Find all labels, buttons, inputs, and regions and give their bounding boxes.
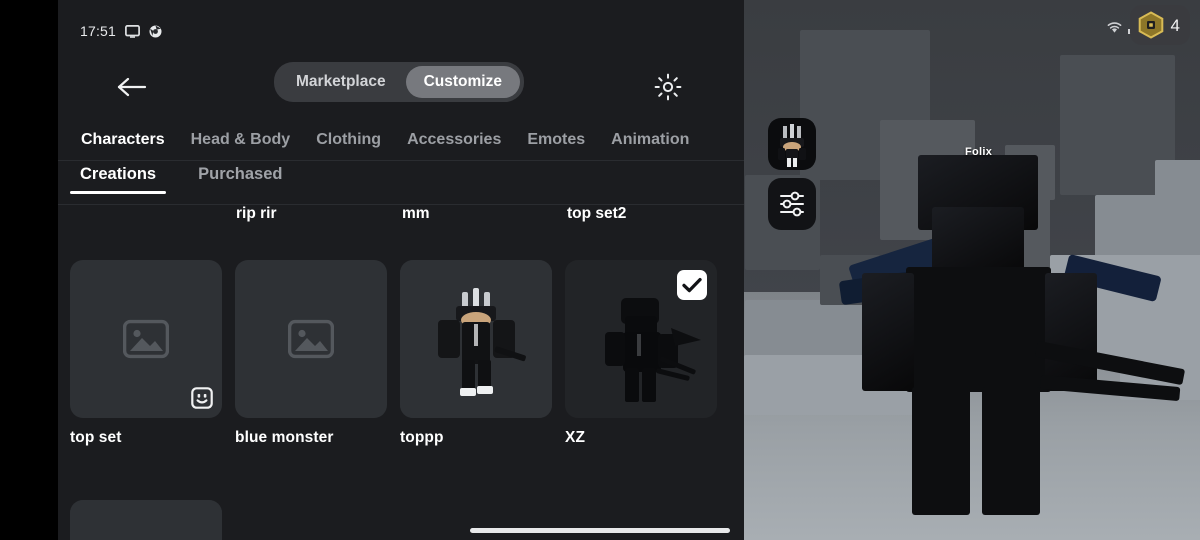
- customize-panel: 17:51 Marketplace Customize Characters H…: [58, 0, 744, 540]
- subtab-purchased[interactable]: Purchased: [188, 162, 292, 194]
- badge-count: 4: [1170, 15, 1180, 35]
- avatar-render-thumbnail: [400, 260, 552, 418]
- face-badge-icon: [191, 387, 213, 409]
- back-arrow-icon: [117, 77, 147, 97]
- view-segmented-control: Marketplace Customize: [274, 62, 524, 102]
- avatar-leg-left: [912, 387, 970, 515]
- screen-cast-icon: [125, 24, 140, 38]
- previous-item-label: top set2: [567, 205, 627, 222]
- creations-grid-scroll[interactable]: rip rir mm top set2 top set blue monster…: [58, 205, 744, 540]
- previous-item-label: rip rir: [236, 205, 277, 222]
- avatar-torso: [906, 267, 1051, 392]
- segment-customize[interactable]: Customize: [405, 66, 520, 98]
- player-avatar: Folix: [838, 146, 1186, 540]
- subtab-creations[interactable]: Creations: [70, 162, 167, 194]
- placeholder-image-icon: [123, 319, 169, 359]
- previous-row-labels: rip rir mm top set2: [58, 205, 744, 235]
- avatar-arm-left: [862, 273, 914, 391]
- avatar-leg-right: [982, 387, 1040, 515]
- filter-button[interactable]: [768, 178, 816, 230]
- avatar-head: [932, 207, 1024, 273]
- avatar-nameplate: Folix: [965, 146, 993, 158]
- sub-tabs: Creations Purchased: [58, 162, 744, 204]
- selected-checkbox[interactable]: [677, 270, 707, 300]
- creation-label: toppp: [400, 429, 444, 446]
- nav-bar: Marketplace Customize: [58, 60, 744, 114]
- creation-label: XZ: [565, 429, 586, 446]
- grid-item: top set: [70, 260, 222, 447]
- status-time: 17:51: [80, 23, 117, 39]
- tab-accessories[interactable]: Accessories: [394, 131, 514, 149]
- roblox-hexagon-icon: [1138, 11, 1163, 39]
- sliders-icon: [780, 191, 804, 217]
- creation-card-partial[interactable]: [70, 500, 222, 540]
- grid-item: XZ: [565, 260, 717, 447]
- creation-label: blue monster: [235, 429, 334, 446]
- creations-grid-next-row: [70, 500, 222, 540]
- previous-item-label: mm: [402, 205, 430, 222]
- creation-card-toppp[interactable]: [400, 260, 552, 418]
- screen: Folix 95% 4: [0, 0, 1200, 540]
- tab-animation[interactable]: Animation: [598, 131, 702, 149]
- avatar-arm-right: [1045, 273, 1097, 391]
- tab-clothing[interactable]: Clothing: [303, 131, 394, 149]
- home-indicator: [470, 528, 730, 533]
- placeholder-image-icon: [288, 319, 334, 359]
- avatar-thumbnail-icon: [770, 120, 814, 168]
- grid-item: blue monster: [235, 260, 387, 447]
- gear-icon: [654, 73, 682, 101]
- grid-item: toppp: [400, 260, 552, 447]
- floating-side-buttons: [768, 118, 816, 230]
- creation-card-top-set[interactable]: [70, 260, 222, 418]
- category-tabs: Characters Head & Body Clothing Accessor…: [58, 120, 744, 160]
- robux-notification-badge[interactable]: 4: [1129, 5, 1190, 45]
- back-button[interactable]: [112, 70, 152, 104]
- segment-marketplace[interactable]: Marketplace: [278, 66, 404, 98]
- device-bezel: [0, 0, 58, 540]
- wifi-icon: [1106, 21, 1123, 34]
- chrome-icon: [149, 25, 162, 38]
- creation-card-xz[interactable]: [565, 260, 717, 418]
- status-bar: 17:51: [58, 0, 744, 48]
- divider: [58, 160, 744, 161]
- check-icon: [682, 277, 702, 293]
- tab-characters[interactable]: Characters: [68, 131, 178, 149]
- settings-button[interactable]: [650, 69, 686, 105]
- creations-grid: top set blue monster toppp XZ: [70, 260, 717, 447]
- creation-label: top set: [70, 429, 122, 446]
- avatar-preview-button[interactable]: [768, 118, 816, 170]
- avatar-render-thumbnail-partial: [70, 500, 222, 540]
- creation-card-blue-monster[interactable]: [235, 260, 387, 418]
- tab-head-body[interactable]: Head & Body: [178, 131, 304, 149]
- tab-emotes[interactable]: Emotes: [514, 131, 598, 149]
